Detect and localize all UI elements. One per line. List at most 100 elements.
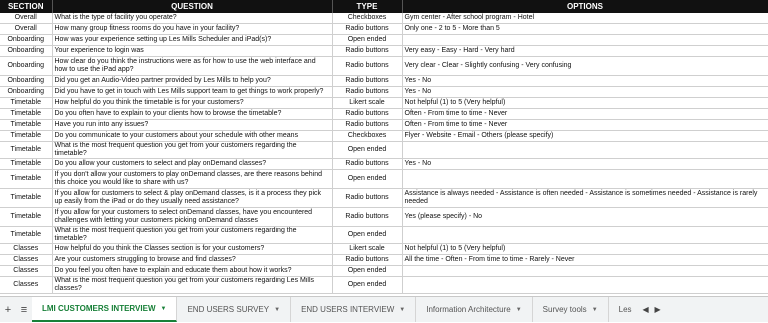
sheet-tab[interactable]: END USERS INTERVIEW ▼ [291,297,417,322]
cell-options[interactable]: Assistance is always needed - Assistance… [402,188,768,208]
cell-section[interactable]: Onboarding [0,34,53,46]
cell-type[interactable]: Checkboxes [332,13,403,24]
cell-type[interactable]: Radio buttons [332,56,403,76]
cell-options[interactable] [402,141,768,159]
scroll-tabs-left-icon[interactable]: ◀ [640,305,652,314]
cell-options[interactable]: Gym center - After school program - Hote… [402,13,768,24]
cell-question[interactable]: If you don't allow your customers to pla… [52,169,333,189]
sheet-tab[interactable]: Information Architecture ▼ [416,297,533,322]
cell-question[interactable]: Do you allow your customers to select an… [52,158,333,170]
tab-dropdown-icon[interactable]: ▼ [274,307,280,313]
sheet-tab[interactable]: END USERS SURVEY ▼ [177,297,292,322]
cell-question[interactable]: Did you get an Audio-Video partner provi… [52,75,333,87]
cell-section[interactable]: Timetable [0,207,53,227]
cell-question[interactable]: If you allow for customers to select & p… [52,188,333,208]
cell-question[interactable]: What is the most frequent question you g… [52,276,333,294]
cell-question[interactable]: How helpful do you think the Classes sec… [52,243,333,255]
cell-section[interactable]: Classes [0,265,53,277]
cell-options[interactable]: Only one - 2 to 5 - More than 5 [402,23,768,35]
cell-options[interactable] [402,226,768,244]
header-options[interactable]: OPTIONS [402,0,768,13]
cell-type[interactable]: Radio buttons [332,188,403,208]
cell-type[interactable]: Open ended [332,34,403,46]
sheet-tab[interactable]: Les [609,297,636,322]
cell-section[interactable]: Onboarding [0,86,53,98]
header-question[interactable]: QUESTION [52,0,333,13]
cell-section[interactable]: Timetable [0,97,53,109]
cell-section[interactable]: Classes [0,243,53,255]
cell-question[interactable]: How clear do you think the instructions … [52,56,333,76]
cell-question[interactable]: Do you communicate to your customers abo… [52,130,333,142]
cell-options[interactable]: Yes - No [402,158,768,170]
all-sheets-menu-icon[interactable]: ≡ [16,297,32,323]
cell-section[interactable]: Timetable [0,108,53,120]
cell-options[interactable] [402,169,768,189]
cell-type[interactable]: Radio buttons [332,45,403,57]
cell-options[interactable]: Not helpful (1) to 5 (Very helpful) [402,97,768,109]
cell-type[interactable]: Radio buttons [332,158,403,170]
cell-options[interactable] [402,265,768,277]
sheet-tab[interactable]: LMI CUSTOMERS INTERVIEW ▼ [32,297,178,322]
cell-question[interactable]: If you allow for your customers to selec… [52,207,333,227]
tab-dropdown-icon[interactable]: ▼ [399,307,405,313]
cell-type[interactable]: Open ended [332,169,403,189]
tab-dropdown-icon[interactable]: ▼ [161,306,167,312]
cell-question[interactable]: What is the most frequent question you g… [52,226,333,244]
cell-type[interactable]: Radio buttons [332,75,403,87]
cell-options[interactable]: Very easy - Easy - Hard - Very hard [402,45,768,57]
cell-options[interactable]: Often - From time to time - Never [402,119,768,131]
cell-section[interactable]: Timetable [0,130,53,142]
scroll-tabs-right-icon[interactable]: ▶ [652,305,664,314]
cell-type[interactable]: Open ended [332,265,403,277]
cell-section[interactable]: Timetable [0,188,53,208]
cell-type[interactable]: Open ended [332,141,403,159]
cell-section[interactable]: Onboarding [0,45,53,57]
cell-options[interactable]: Not helpful (1) to 5 (Very helpful) [402,243,768,255]
cell-section[interactable]: Timetable [0,158,53,170]
cell-type[interactable]: Radio buttons [332,119,403,131]
cell-section[interactable]: Classes [0,254,53,266]
cell-type[interactable]: Open ended [332,226,403,244]
cell-type[interactable]: Likert scale [332,243,403,255]
cell-options[interactable]: Very clear - Clear - Slightly confusing … [402,56,768,76]
cell-question[interactable]: How helpful do you think the timetable i… [52,97,333,109]
cell-question[interactable]: How many group fitness rooms do you have… [52,23,333,35]
cell-options[interactable] [402,276,768,294]
cell-options[interactable]: Flyer - Website - Email - Others (please… [402,130,768,142]
cell-question[interactable]: What is the most frequent question you g… [52,141,333,159]
tab-dropdown-icon[interactable]: ▼ [516,307,522,313]
cell-section[interactable]: Timetable [0,169,53,189]
sheet-tab[interactable]: Survey tools ▼ [533,297,609,322]
header-type[interactable]: TYPE [332,0,403,13]
cell-section[interactable]: Onboarding [0,56,53,76]
cell-section[interactable]: Onboarding [0,75,53,87]
add-sheet-button[interactable]: + [0,297,16,323]
cell-question[interactable]: Did you have to get in touch with Les Mi… [52,86,333,98]
cell-question[interactable]: Have you run into any issues? [52,119,333,131]
cell-options[interactable]: Yes - No [402,86,768,98]
cell-section[interactable]: Overall [0,23,53,35]
cell-section[interactable]: Overall [0,13,53,24]
cell-options[interactable] [402,34,768,46]
cell-question[interactable]: What is the type of facility you operate… [52,13,333,24]
cell-type[interactable]: Checkboxes [332,130,403,142]
cell-type[interactable]: Likert scale [332,97,403,109]
cell-type[interactable]: Radio buttons [332,23,403,35]
cell-question[interactable]: Your experience to login was [52,45,333,57]
cell-type[interactable]: Open ended [332,276,403,294]
cell-type[interactable]: Radio buttons [332,207,403,227]
cell-question[interactable]: How was your experience setting up Les M… [52,34,333,46]
cell-type[interactable]: Radio buttons [332,108,403,120]
header-section[interactable]: SECTION [0,0,53,13]
cell-question[interactable]: Do you often have to explain to your cli… [52,108,333,120]
cell-section[interactable]: Classes [0,276,53,294]
cell-options[interactable]: Yes (please specify) - No [402,207,768,227]
cell-type[interactable]: Radio buttons [332,254,403,266]
cell-type[interactable]: Radio buttons [332,86,403,98]
cell-question[interactable]: Are your customers struggling to browse … [52,254,333,266]
cell-section[interactable]: Timetable [0,119,53,131]
cell-options[interactable]: All the time - Often - From time to time… [402,254,768,266]
tab-dropdown-icon[interactable]: ▼ [592,307,598,313]
cell-section[interactable]: Timetable [0,226,53,244]
cell-question[interactable]: Do you feel you often have to explain an… [52,265,333,277]
